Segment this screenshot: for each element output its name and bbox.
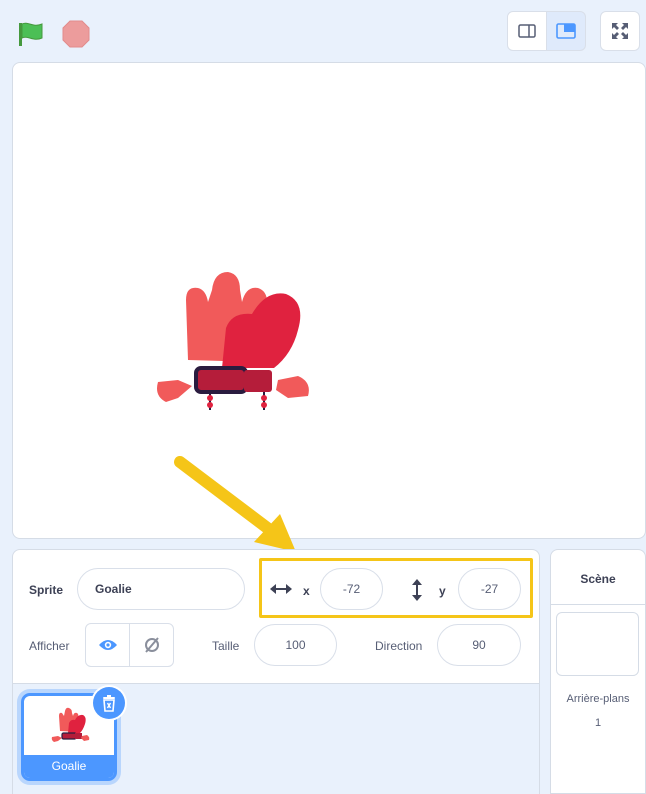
goalie-thumbnail-icon [51, 707, 90, 742]
sprite-label: Sprite [29, 583, 64, 597]
small-stage-button[interactable] [507, 11, 547, 51]
normal-stage-button[interactable] [546, 11, 586, 51]
stage-thumbnail[interactable] [556, 612, 639, 676]
vertical-arrows-icon [412, 579, 422, 601]
stage-title: Scène [580, 572, 616, 586]
size-label: Taille [212, 639, 240, 653]
eye-icon [98, 640, 117, 650]
y-label: y [439, 584, 446, 598]
goalie-sprite[interactable] [148, 250, 318, 425]
stop-icon[interactable] [62, 20, 90, 48]
backdrops-count: 1 [594, 717, 602, 729]
sprite-name-input[interactable]: Goalie [77, 568, 245, 610]
x-label: x [303, 584, 310, 598]
horizontal-arrows-icon [270, 584, 292, 594]
delete-sprite-button[interactable] [93, 687, 125, 719]
direction-label: Direction [375, 639, 423, 653]
green-flag-icon[interactable] [16, 20, 46, 48]
size-input[interactable]: 100 [254, 624, 337, 666]
stage-canvas[interactable] [12, 62, 646, 539]
normal-stage-icon [556, 23, 576, 39]
stage-header-divider [551, 604, 645, 605]
backdrops-label: Arrière-plans [566, 693, 630, 705]
eye-slash-icon [144, 637, 159, 653]
show-label: Afficher [29, 639, 70, 653]
fullscreen-icon [612, 23, 628, 39]
hide-sprite-button[interactable] [129, 623, 174, 667]
x-position-input[interactable]: -72 [320, 568, 383, 610]
fullscreen-button[interactable] [600, 11, 640, 51]
direction-input[interactable]: 90 [437, 624, 521, 666]
small-stage-icon [518, 24, 536, 38]
annotation-arrow [174, 456, 296, 552]
y-position-input[interactable]: -27 [458, 568, 521, 610]
trash-icon [103, 695, 115, 712]
show-sprite-button[interactable] [85, 623, 130, 667]
sprite-thumbnail-label: Goalie [24, 755, 114, 778]
